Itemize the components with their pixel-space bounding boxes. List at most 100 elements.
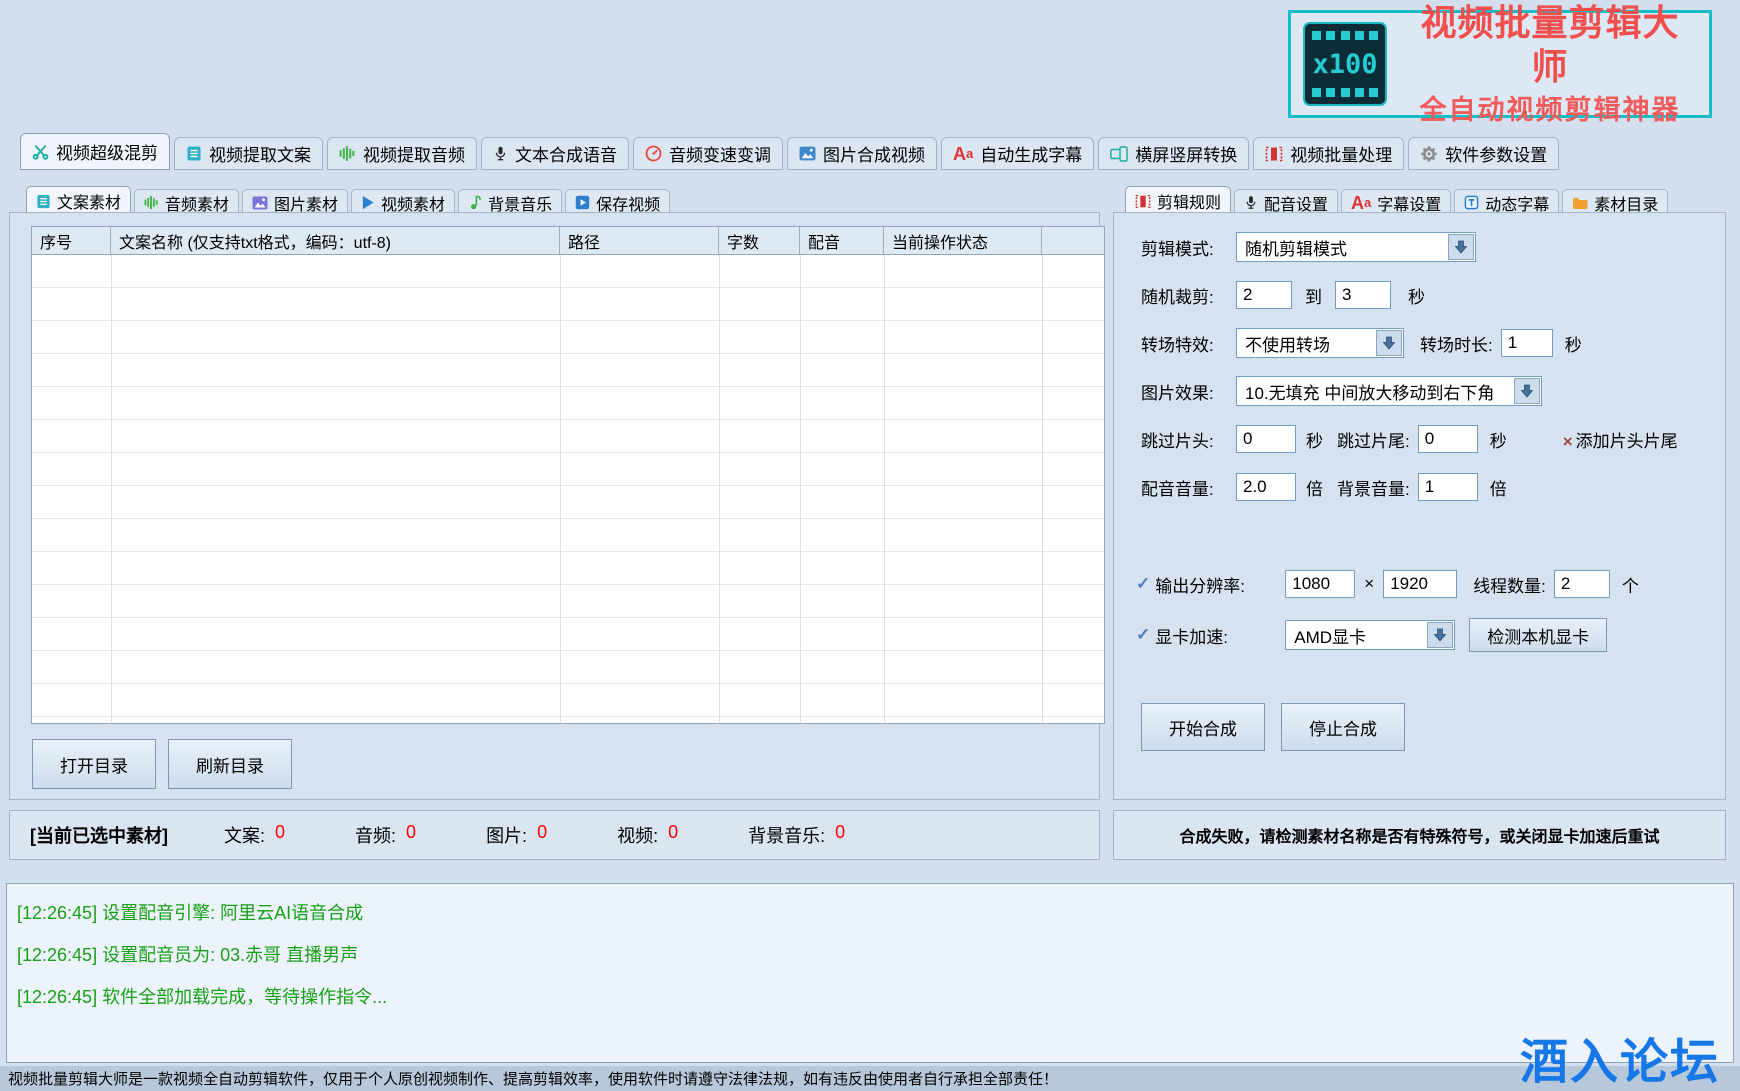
table-body[interactable]	[32, 255, 1104, 723]
bg-volume-label: 背景音量:	[1337, 475, 1410, 500]
edit-mode-select[interactable]: 随机剪辑模式	[1236, 232, 1476, 262]
detect-gpu-button[interactable]: 检测本机显卡	[1469, 618, 1607, 652]
selection-count: 0	[668, 822, 678, 848]
music-note-icon	[468, 195, 482, 210]
tab-label: 字幕设置	[1377, 191, 1441, 215]
random-cut-max-input[interactable]	[1335, 281, 1391, 309]
microphone-icon	[493, 145, 508, 162]
selection-label: 文案:	[224, 822, 265, 848]
skip-row: 跳过片头: 秒 跳过片尾: 秒 ×添加片头片尾	[1114, 423, 1725, 455]
dropdown-arrow-icon[interactable]	[1427, 622, 1453, 648]
stop-compose-button[interactable]: 停止合成	[1281, 703, 1405, 751]
log-box[interactable]: [12:26:45] 设置配音引擎: 阿里云AI语音合成 [12:26:45] …	[6, 883, 1734, 1063]
gear-icon	[1420, 145, 1438, 163]
selection-label: 背景音乐:	[748, 822, 825, 848]
tab-video-extract-text[interactable]: 视频提取文案	[174, 137, 323, 170]
random-cut-min-input[interactable]	[1236, 281, 1292, 309]
selection-count: 0	[275, 822, 285, 848]
tab-label: 配音设置	[1264, 191, 1328, 215]
gpu-select[interactable]: AMD显卡	[1285, 620, 1455, 650]
main-tab-bar: 视频超级混剪 视频提取文案 视频提取音频 文本合成语音 音频变速变调 图片合成视…	[20, 133, 1559, 170]
seconds-unit-label: 秒	[1306, 427, 1323, 452]
compose-buttons-row: 开始合成 停止合成	[1114, 703, 1725, 751]
tab-text-to-speech[interactable]: 文本合成语音	[481, 137, 629, 170]
folder-icon	[1572, 196, 1588, 210]
right-panel: 剪辑模式: 随机剪辑模式 随机裁剪: 到 秒 转场特效: 不使用转场 转场时长:…	[1113, 212, 1726, 800]
checkbox-checked-icon[interactable]: ✓	[1136, 574, 1150, 594]
voice-volume-input[interactable]	[1236, 473, 1296, 501]
col-header-index: 序号	[32, 227, 111, 254]
log-line: [12:26:45] 设置配音员为: 03.赤哥 直播男声	[17, 941, 1723, 967]
compose-status-box: 合成失败，请检测素材名称是否有特殊符号，或关闭显卡加速后重试	[1113, 810, 1726, 860]
range-to-label: 到	[1305, 283, 1322, 308]
filmstrip-icon	[1265, 146, 1283, 162]
tab-label: 软件参数设置	[1445, 141, 1547, 166]
tab-audio-speed-pitch[interactable]: 音频变速变调	[633, 137, 783, 170]
refresh-directory-button[interactable]: 刷新目录	[168, 739, 292, 789]
checkbox-checked-icon[interactable]: ✓	[1136, 625, 1150, 645]
tab-label: 文本合成语音	[515, 141, 617, 166]
tab-landscape-portrait[interactable]: 横屏竖屏转换	[1098, 137, 1249, 170]
gpu-label: 显卡加速:	[1155, 623, 1271, 648]
threads-label: 线程数量:	[1473, 572, 1546, 597]
image-effect-label: 图片效果:	[1141, 379, 1236, 404]
tab-label: 图片合成视频	[823, 141, 925, 166]
seconds-unit-label: 秒	[1565, 331, 1582, 356]
image-effect-value: 10.无填充 中间放大移动到右下角	[1245, 379, 1494, 404]
add-intro-outro-toggle[interactable]: ×添加片头片尾	[1563, 427, 1678, 452]
resolution-width-input[interactable]	[1285, 570, 1355, 598]
skip-head-input[interactable]	[1236, 425, 1296, 453]
threads-input[interactable]	[1554, 570, 1610, 598]
transition-length-label: 转场时长:	[1420, 331, 1493, 356]
times-unit-label: 倍	[1306, 475, 1323, 500]
volume-row: 配音音量: 倍 背景音量: 倍	[1114, 471, 1725, 503]
filmstrip-icon	[1135, 194, 1151, 209]
tab-video-extract-audio[interactable]: 视频提取音频	[327, 137, 477, 170]
column-divider	[800, 255, 801, 723]
start-compose-button[interactable]: 开始合成	[1141, 703, 1265, 751]
times-unit-label: 倍	[1490, 475, 1507, 500]
dropdown-arrow-icon[interactable]	[1448, 234, 1474, 260]
col-header-path: 路径	[560, 227, 719, 254]
selection-label: 图片:	[486, 822, 527, 848]
font-icon: Aa	[1351, 194, 1371, 212]
image-effect-select[interactable]: 10.无填充 中间放大移动到右下角	[1236, 376, 1542, 406]
column-divider	[719, 255, 720, 723]
tab-label: 动态字幕	[1485, 191, 1549, 215]
dropdown-arrow-icon[interactable]	[1376, 330, 1402, 356]
image-icon	[252, 196, 268, 210]
seconds-unit-label: 秒	[1408, 283, 1425, 308]
tab-label: 视频提取音频	[363, 141, 465, 166]
skip-head-label: 跳过片头:	[1141, 427, 1236, 452]
dropdown-arrow-icon[interactable]	[1514, 378, 1540, 404]
tab-batch-video[interactable]: 视频批量处理	[1253, 137, 1404, 170]
skip-tail-input[interactable]	[1418, 425, 1478, 453]
col-header-wordcount: 字数	[719, 227, 800, 254]
waveform-icon	[339, 145, 356, 162]
resolution-label: 输出分辨率:	[1155, 572, 1271, 597]
column-divider	[560, 255, 561, 723]
tab-label: 图片素材	[274, 191, 338, 215]
tab-image-to-video[interactable]: 图片合成视频	[787, 137, 937, 170]
tab-label: 剪辑规则	[1157, 189, 1221, 213]
bg-volume-input[interactable]	[1418, 473, 1478, 501]
tab-label: 视频超级混剪	[56, 139, 158, 164]
transition-length-input[interactable]	[1501, 329, 1553, 357]
random-cut-row: 随机裁剪: 到 秒	[1114, 279, 1725, 311]
open-directory-button[interactable]: 打开目录	[32, 739, 156, 789]
selection-count: 0	[835, 822, 845, 848]
tab-auto-subtitles[interactable]: Aa 自动生成字幕	[941, 137, 1094, 170]
tab-software-settings[interactable]: 软件参数设置	[1408, 137, 1559, 170]
selection-label: 音频:	[355, 822, 396, 848]
selection-item-audio: 音频:0	[355, 822, 416, 848]
gauge-icon	[645, 145, 662, 162]
tab-label: 音频变速变调	[669, 141, 771, 166]
transition-select[interactable]: 不使用转场	[1236, 328, 1404, 358]
resolution-height-input[interactable]	[1383, 570, 1457, 598]
count-unit-label: 个	[1622, 572, 1639, 597]
log-line: [12:26:45] 软件全部加载完成，等待操作指令...	[17, 983, 1723, 1009]
seconds-unit-label: 秒	[1490, 427, 1507, 452]
resolution-separator: ×	[1364, 574, 1374, 594]
waveform-icon	[144, 195, 159, 210]
tab-video-super-mix[interactable]: 视频超级混剪	[20, 133, 170, 170]
